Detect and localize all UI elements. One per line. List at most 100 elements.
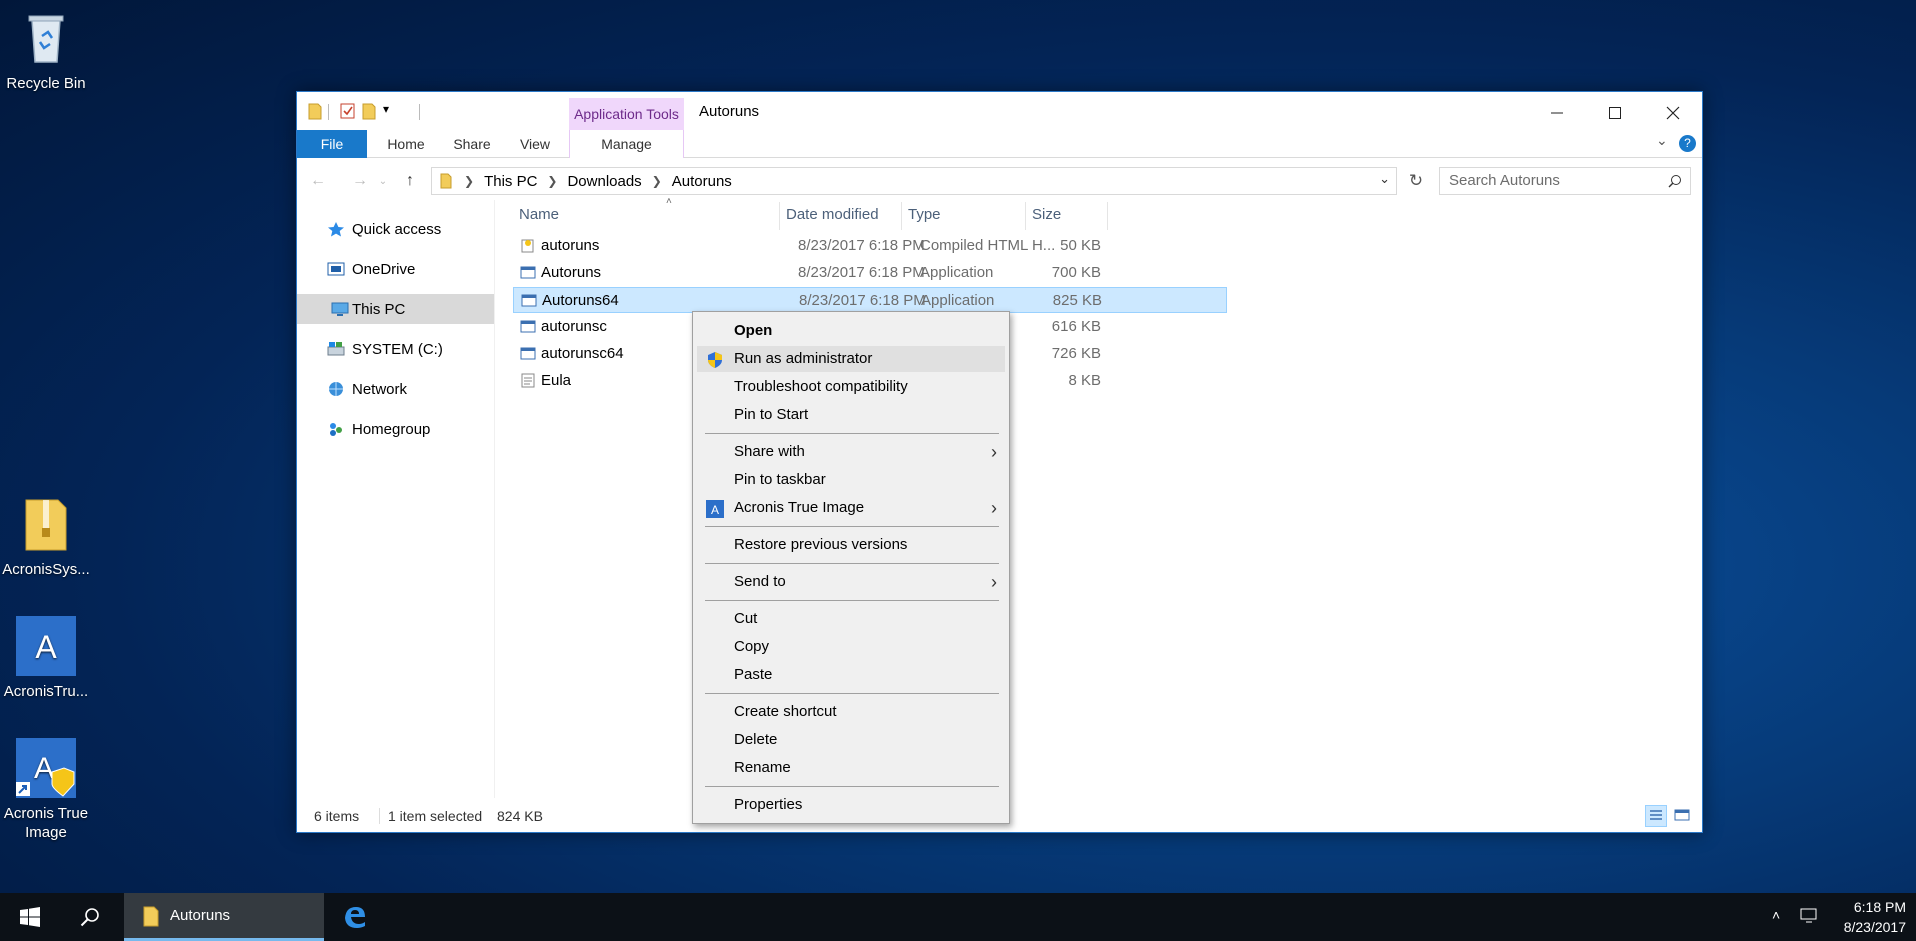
tab-file[interactable]: File [297,130,367,158]
taskbar-item-file-explorer[interactable]: Autoruns [124,893,324,941]
menu-item-run-as-administrator[interactable]: Run as administrator [697,346,1005,372]
zip-folder-icon [16,494,76,554]
search-input[interactable]: Search Autoruns [1439,167,1691,195]
uac-shield-icon [708,352,722,368]
menu-item-paste[interactable]: Paste [697,662,1005,688]
chevron-right-icon: ❯ [651,174,662,188]
desktop-icon-acronis-sys[interactable]: AcronisSys... [0,494,92,579]
maximize-button[interactable] [1586,92,1644,134]
menu-item-acronis-true-image[interactable]: A Acronis True Image › [697,495,1005,521]
menu-item-open[interactable]: Open [697,318,1005,344]
menu-item-share-with[interactable]: Share with › [697,439,1005,465]
address-bar[interactable]: ❯ This PC ❯ Downloads ❯ Autoruns ⌄ [431,167,1397,195]
properties-icon[interactable] [339,102,357,122]
application-tools-context-tab: Application Tools [569,98,684,130]
nav-onedrive[interactable]: OneDrive [297,254,494,284]
search-icon [80,908,99,927]
new-folder-icon[interactable] [361,102,377,122]
menu-item-create-shortcut[interactable]: Create shortcut [697,699,1005,725]
folder-icon [143,906,159,927]
network-status-icon[interactable] [1800,907,1820,929]
tab-home[interactable]: Home [373,130,439,158]
title-bar[interactable]: ▾ Application Tools Autoruns [297,92,1702,134]
acronis-shortcut-icon: A [16,738,76,798]
address-row: ← → ⌄ ↑ ❯ This PC ❯ Downloads ❯ Autoruns… [297,164,1702,198]
details-view-icon[interactable] [1645,805,1667,827]
chevron-right-icon: ❯ [547,174,558,188]
chevron-right-icon: ❯ [464,174,475,188]
taskbar-item-edge[interactable] [325,893,385,941]
recent-locations-button[interactable]: ⌄ [370,168,396,194]
nav-quick-access[interactable]: Quick access [297,214,494,244]
search-placeholder: Search Autoruns [1449,172,1560,189]
acronis-icon: A [706,500,724,518]
window-title: Autoruns [699,103,760,120]
menu-item-pin-to-taskbar[interactable]: Pin to taskbar [697,467,1005,493]
taskbar: Autoruns ˄ 6:18 PM 8/23/2017 [0,893,1916,941]
chevron-right-icon: › [991,572,997,592]
nav-this-pc[interactable]: This PC [297,294,494,324]
search-button[interactable] [60,893,120,941]
minimize-button[interactable] [1528,92,1586,134]
nav-system-c[interactable]: SYSTEM (C:) [297,334,494,364]
chevron-right-icon: › [991,498,997,518]
address-dropdown-icon[interactable]: ⌄ [1379,171,1390,187]
desktop-icon-recycle-bin[interactable]: Recycle Bin [0,8,92,93]
up-button[interactable]: ↑ [397,168,423,194]
menu-item-properties[interactable]: Properties [697,792,1005,818]
folder-icon [307,102,323,122]
file-row[interactable]: autoruns 8/23/2017 6:18 PM Compiled HTML… [513,233,1227,259]
menu-item-cut[interactable]: Cut [697,606,1005,632]
selection-count: 1 item selected [388,808,483,824]
desktop-icon-label: AcronisTru... [3,683,89,700]
column-header-date[interactable]: Date modified [786,200,879,230]
tab-share[interactable]: Share [439,130,505,158]
menu-item-troubleshoot-compatibility[interactable]: Troubleshoot compatibility [697,374,1005,400]
minimize-icon [1551,112,1563,114]
nav-homegroup[interactable]: Homegroup [297,414,494,444]
application-icon [520,266,536,279]
onedrive-icon [327,262,345,276]
column-header-size[interactable]: Size [1032,200,1061,230]
maximize-icon [1609,107,1621,119]
folder-icon [440,173,452,189]
large-icons-view-icon[interactable] [1672,805,1694,827]
close-button[interactable] [1644,92,1702,134]
breadcrumb-autoruns[interactable]: Autoruns [672,173,732,190]
help-icon[interactable]: ? [1679,135,1696,152]
refresh-button[interactable]: ↻ [1403,168,1429,194]
search-icon[interactable] [1668,174,1682,188]
file-row-selected[interactable]: Autoruns64 8/23/2017 6:18 PM Application… [513,287,1227,313]
show-hidden-icons-icon[interactable]: ˄ [1772,907,1780,923]
close-icon [1666,106,1680,120]
desktop-icon-acronis-true-image[interactable]: A Acronis True Image [0,738,92,842]
menu-item-delete[interactable]: Delete [697,727,1005,753]
menu-item-send-to[interactable]: Send to › [697,569,1005,595]
back-button[interactable]: ← [305,168,331,194]
clock-date: 8/23/2017 [1843,919,1906,935]
svg-text:A: A [34,752,54,785]
menu-item-pin-to-start[interactable]: Pin to Start [697,402,1005,428]
system-clock[interactable]: 6:18 PM 8/23/2017 [1844,897,1906,937]
desktop-icon-acronis-tru[interactable]: A AcronisTru... [0,616,92,701]
application-icon [520,320,536,333]
tab-manage[interactable]: Manage [569,130,684,158]
star-icon [328,222,344,237]
expand-ribbon-icon[interactable]: ⌄ [1656,132,1668,149]
customize-qat-icon[interactable]: ▾ [383,102,389,122]
tab-view[interactable]: View [505,130,565,158]
breadcrumb-downloads[interactable]: Downloads [567,173,641,190]
column-header-name[interactable]: Name [519,200,559,230]
column-header-type[interactable]: Type [908,200,941,230]
breadcrumb-this-pc[interactable]: This PC [484,173,537,190]
file-row[interactable]: Autoruns 8/23/2017 6:18 PM Application 7… [513,260,1227,286]
chevron-right-icon: › [991,442,997,462]
menu-item-rename[interactable]: Rename [697,755,1005,781]
sort-ascending-icon: ˄ [666,196,672,207]
menu-item-restore-previous-versions[interactable]: Restore previous versions [697,532,1005,558]
menu-item-copy[interactable]: Copy [697,634,1005,660]
nav-network[interactable]: Network [297,374,494,404]
desktop-icon-label: Acronis True Image [3,805,89,841]
start-button[interactable] [0,893,60,941]
recycle-bin-icon [16,8,76,68]
